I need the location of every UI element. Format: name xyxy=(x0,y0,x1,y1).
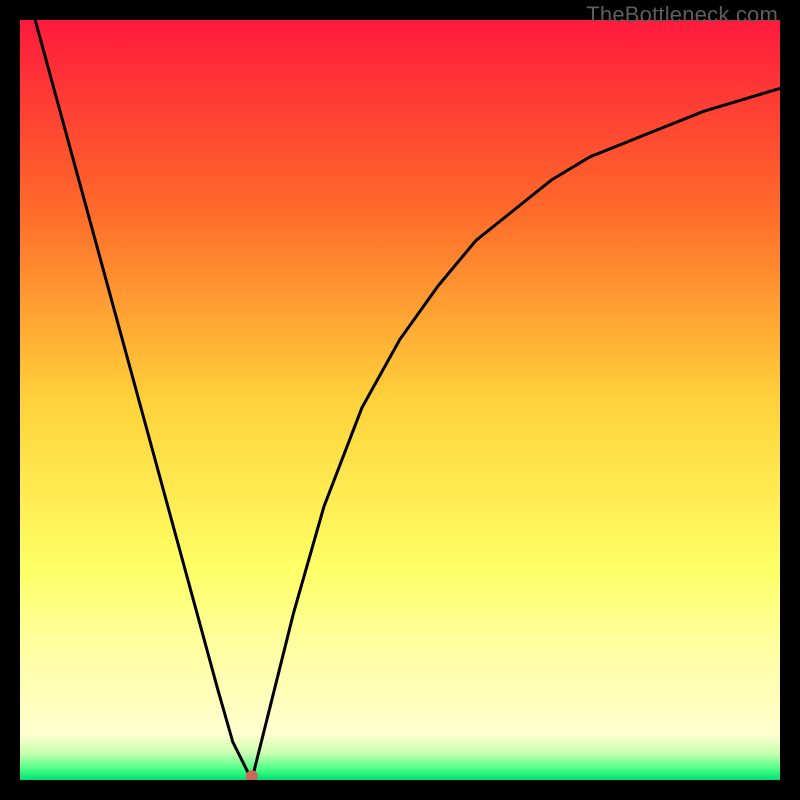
chart-svg xyxy=(20,20,780,780)
chart-frame xyxy=(20,20,780,780)
gradient-background xyxy=(20,20,780,780)
watermark-text: TheBottleneck.com xyxy=(586,2,778,28)
